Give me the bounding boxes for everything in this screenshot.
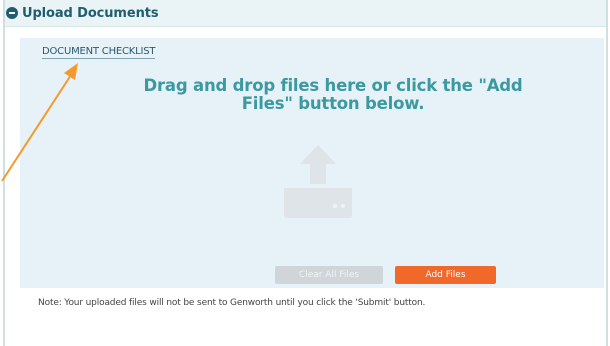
panel-title: Upload Documents [22,5,159,21]
clear-all-files-button[interactable]: Clear All Files [275,266,383,284]
upload-note: Note: Your uploaded files will not be se… [38,298,426,308]
tray-dot [332,203,338,209]
document-checklist-link[interactable]: DOCUMENT CHECKLIST [42,46,156,59]
upload-tray-icon [284,145,352,218]
upload-tray [284,188,352,218]
upload-documents-panel: Upload Documents DOCUMENT CHECKLIST Drag… [3,0,608,346]
add-files-button[interactable]: Add Files [395,266,496,284]
drop-instructions: Drag and drop files here or click the "A… [143,76,523,113]
tray-dot [340,203,346,209]
minus-circle-icon[interactable] [6,7,18,19]
file-dropzone[interactable]: DOCUMENT CHECKLIST Drag and drop files h… [20,38,604,288]
panel-header[interactable]: Upload Documents [5,0,606,27]
upload-arrow-head [300,145,336,184]
